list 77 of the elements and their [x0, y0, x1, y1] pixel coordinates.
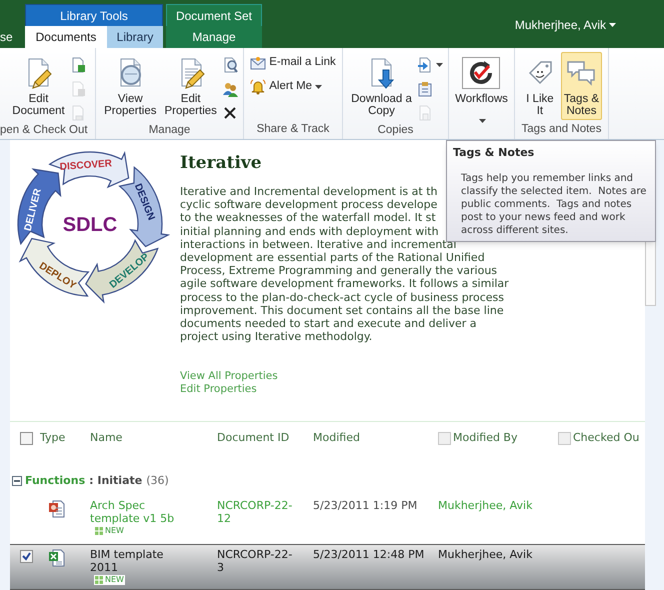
- document-name-link[interactable]: BIM template 2011: [90, 548, 178, 574]
- ribbon-button[interactable]: Edit Properties: [162, 52, 220, 120]
- description-line: to the weaknesses of the waterfall model. It st: [180, 211, 436, 225]
- people-icon: [222, 81, 238, 97]
- caret-icon: [436, 63, 443, 67]
- document-set-title: Iterative: [180, 153, 262, 173]
- select-all-checkbox[interactable]: [20, 432, 33, 446]
- description-line: Process, Extreme Programming and generally the various: [180, 264, 498, 278]
- caret-icon: [315, 85, 322, 89]
- ribbon-button[interactable]: View Properties: [101, 52, 160, 120]
- description-line: Iterative and Incremental development is at th: [180, 185, 438, 198]
- ribbon-button[interactable]: Download a Copy: [348, 52, 415, 120]
- ribbon-button[interactable]: Alert Me: [250, 78, 322, 96]
- tooltip-title: Tags & Notes: [453, 145, 536, 161]
- ribbon-tab[interactable]: Library: [107, 26, 163, 48]
- group-label: Share & Track: [256, 123, 330, 135]
- description-line: interactions in between. Iterative and incremental: [180, 238, 456, 252]
- table-cell: 5/23/2011 1:19 PM: [313, 499, 418, 512]
- row-checkbox[interactable]: [20, 550, 33, 563]
- bell-icon: [250, 79, 266, 95]
- column-header[interactable]: Checked Ou: [573, 430, 640, 447]
- caret-icon: [479, 118, 486, 123]
- caret-icon: [609, 23, 616, 27]
- group-label: Manage: [148, 124, 190, 136]
- item-count: (36): [146, 473, 169, 490]
- table-cell-text: NCRCORP-22-3: [217, 548, 294, 574]
- group-label: Tags and Notes: [522, 123, 602, 135]
- table-cell-text: NCRCORP-22-12: [217, 499, 294, 526]
- column-header[interactable]: Modified By: [453, 430, 518, 447]
- column-header[interactable]: Type: [40, 430, 66, 447]
- ribbon-button[interactable]: Workflows: [452, 52, 511, 136]
- context-group-header: Document Set: [166, 4, 262, 26]
- user-link[interactable]: Mukherjhee, Avik: [438, 548, 532, 561]
- description-line: initial planning and ends with deployment with: [180, 224, 439, 238]
- delete-icon: [222, 105, 238, 121]
- ribbon-tab[interactable]: Manage: [166, 26, 262, 48]
- new-badge: NEW: [94, 575, 125, 585]
- ribbon-button[interactable]: I Like It: [520, 52, 559, 120]
- refresh-check-icon: [462, 57, 500, 89]
- envelope-icon: [250, 55, 266, 71]
- description-line: documents needed to start and execute and deliver a: [180, 317, 477, 330]
- ribbon-tab[interactable]: se: [0, 26, 25, 48]
- presentation-file-icon: [48, 500, 65, 518]
- column-header[interactable]: Modified: [313, 430, 360, 447]
- description-line: project using Iterative methodolgy.: [180, 330, 372, 344]
- description-line: agile software development frameworks. It follows a similar: [180, 277, 509, 291]
- group-value: : Initiate: [89, 473, 142, 490]
- clipboard-icon: [416, 81, 433, 97]
- tooltip-text: Tags help you remember links and classify the selected item. Notes are public comments. Tags and notes post to your news feed and work across different sites.: [461, 172, 648, 236]
- group-label: Copies: [378, 124, 414, 136]
- column-header[interactable]: Name: [90, 430, 122, 447]
- document-magnifier-icon: [222, 57, 238, 73]
- document-icon: [70, 105, 86, 121]
- new-badge: NEW: [94, 526, 125, 536]
- diagram-title: SDLC: [62, 214, 118, 236]
- description-line: development are essential parts of the Rational Unified: [180, 251, 485, 264]
- column-checkbox[interactable]: [438, 432, 451, 446]
- table-cell: 5/23/2011 12:48 PM: [313, 548, 424, 561]
- stage-label: DISCOVER: [59, 158, 112, 173]
- ribbon-button[interactable]: Tags & Notes: [560, 52, 602, 120]
- column-checkbox[interactable]: [558, 432, 571, 446]
- stage-label: DELIVER: [22, 188, 44, 232]
- ribbon-tab[interactable]: Documents: [25, 26, 107, 48]
- context-group-header: Library Tools: [25, 4, 163, 26]
- spreadsheet-file-icon: [48, 549, 65, 567]
- table-row[interactable]: BIM template 2011 NEW NCRCORP-22-3 5/23/2011 12:48 PM Mukherjhee, Avik: [10, 544, 645, 590]
- icon-button[interactable]: [416, 56, 443, 74]
- document-icon: [416, 105, 433, 121]
- ribbon-button[interactable]: E-mail a Link: [250, 54, 336, 72]
- description-line: cyclic software development process develope: [180, 198, 438, 212]
- group-field[interactable]: Functions: [25, 473, 86, 490]
- ribbon-button[interactable]: Edit Document: [9, 52, 68, 120]
- user-menu[interactable]: Mukherjhee, Avik: [514, 16, 616, 34]
- group-label: pen & Check Out: [0, 124, 88, 136]
- description-line: process to the plan-do-check-act cycle of business process: [180, 290, 504, 304]
- column-header[interactable]: Document ID: [217, 430, 290, 447]
- description-line: improvement. This document set contains all the base line: [180, 304, 504, 318]
